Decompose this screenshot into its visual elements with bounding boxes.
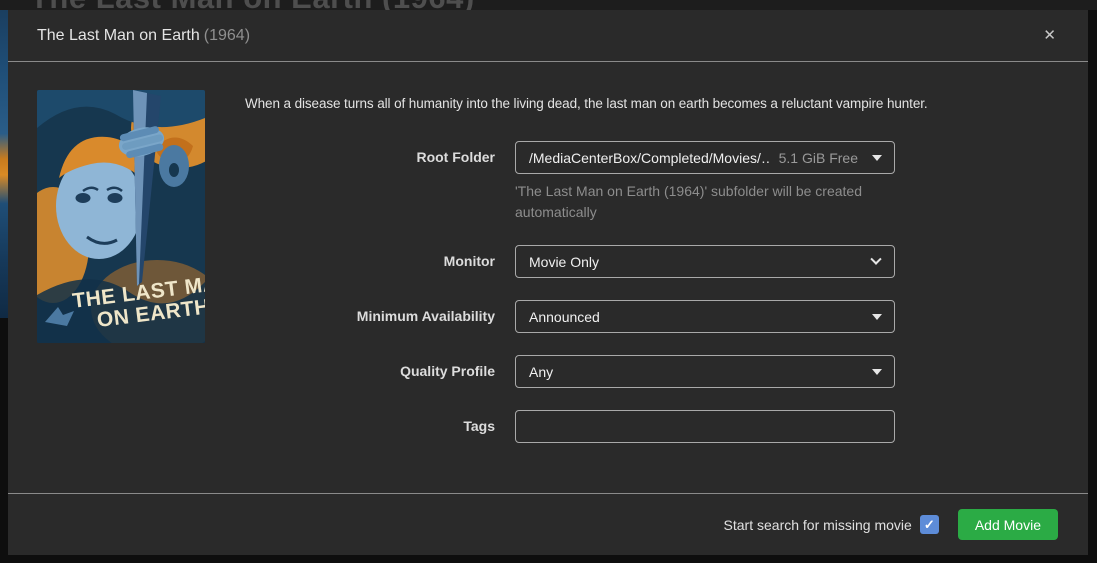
chevron-down-icon [870, 253, 881, 264]
modal-body: THE LAST MAN ON EARTH When a disease tur… [8, 62, 1088, 493]
modal-header: The Last Man on Earth(1964) ✕ [8, 10, 1088, 62]
movie-poster-art: THE LAST MAN ON EARTH [37, 90, 205, 343]
root-folder-select[interactable]: /MediaCenterBox/Completed/Movies/… 5.1 G… [515, 141, 895, 174]
caret-down-icon [872, 369, 882, 375]
quality-profile-label: Quality Profile [8, 355, 495, 388]
monitor-select[interactable]: Movie Only [515, 245, 895, 278]
modal-title: The Last Man on Earth(1964) [37, 27, 250, 45]
form-row-tags: Tags [8, 410, 1058, 443]
form-row-quality-profile: Quality Profile Any [8, 355, 1058, 388]
start-search-checkbox[interactable]: ✓ [920, 515, 939, 534]
root-folder-free-space: 5.1 GiB Free [779, 150, 858, 166]
check-icon: ✓ [924, 517, 935, 533]
caret-down-icon [872, 155, 882, 161]
quality-profile-value: Any [529, 364, 872, 380]
movie-title: The Last Man on Earth [37, 27, 200, 44]
minimum-availability-value: Announced [529, 309, 872, 325]
modal-footer: Start search for missing movie ✓ Add Mov… [8, 493, 1088, 555]
close-icon: ✕ [1043, 27, 1056, 44]
tags-input[interactable] [515, 410, 895, 443]
movie-year: (1964) [204, 27, 250, 44]
root-folder-value: /MediaCenterBox/Completed/Movies/… [529, 150, 771, 166]
movie-poster: THE LAST MAN ON EARTH [37, 90, 205, 343]
tags-label: Tags [8, 410, 495, 443]
quality-profile-select[interactable]: Any [515, 355, 895, 388]
monitor-value: Movie Only [529, 254, 872, 270]
caret-down-icon [872, 314, 882, 320]
add-movie-button[interactable]: Add Movie [958, 509, 1058, 540]
background-page-title: The Last Man on Earth (1964) [30, 0, 475, 10]
background-poster-sliver [0, 0, 8, 318]
movie-overview: When a disease turns all of humanity int… [245, 96, 1058, 111]
minimum-availability-select[interactable]: Announced [515, 300, 895, 333]
add-movie-modal: The Last Man on Earth(1964) ✕ [8, 10, 1088, 555]
start-search-label: Start search for missing movie [724, 517, 912, 533]
background-page-header: The Last Man on Earth (1964) [0, 0, 1097, 10]
close-button[interactable]: ✕ [1035, 24, 1064, 47]
root-folder-hint: 'The Last Man on Earth (1964)' subfolder… [515, 181, 887, 223]
